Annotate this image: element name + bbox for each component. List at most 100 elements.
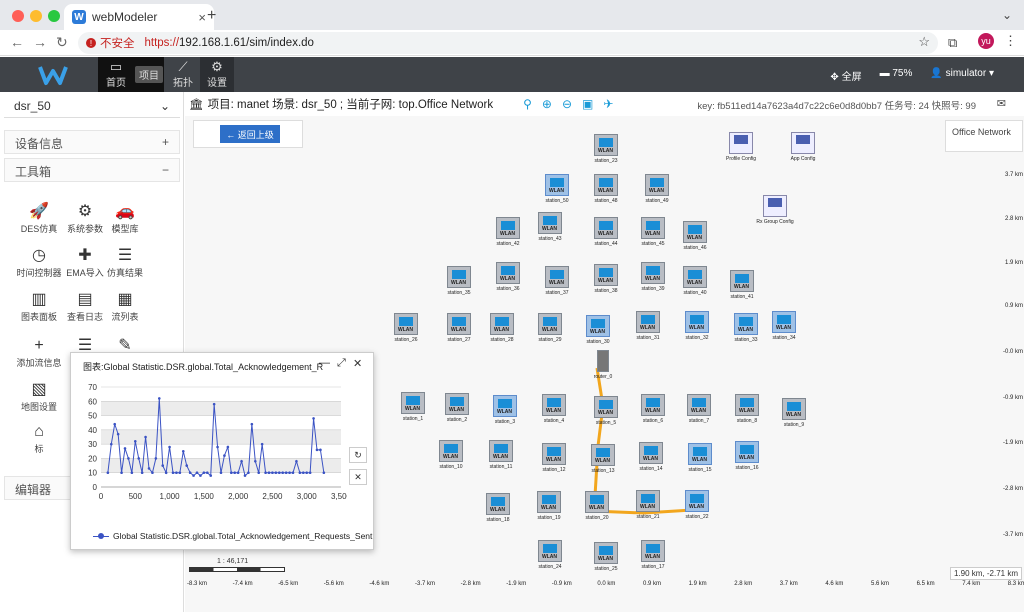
- station-node[interactable]: WLAN station_33: [734, 313, 758, 343]
- mail-icon[interactable]: ✉: [997, 97, 1006, 110]
- station-node[interactable]: WLAN station_4: [542, 394, 566, 424]
- station-node[interactable]: WLAN station_32: [685, 311, 709, 341]
- fullscreen-button[interactable]: ✥ 全屏: [830, 68, 861, 83]
- station-node[interactable]: WLAN station_22: [685, 490, 709, 520]
- station-node[interactable]: WLAN station_10: [439, 440, 463, 470]
- station-node[interactable]: WLAN station_8: [735, 394, 759, 424]
- tool-5[interactable]: ☰ 仿真结果: [102, 246, 148, 279]
- toolbox-section[interactable]: 工具箱 −: [4, 158, 180, 182]
- profile-config-node[interactable]: Profile Config: [726, 132, 756, 162]
- zoom-in-icon[interactable]: ⊕: [542, 97, 552, 111]
- station-node[interactable]: WLAN station_25: [594, 542, 618, 572]
- station-node[interactable]: WLAN station_46: [683, 221, 707, 251]
- station-node[interactable]: WLAN station_38: [594, 264, 618, 294]
- tool-3[interactable]: ◷ 时间控制器: [16, 246, 62, 279]
- station-node[interactable]: WLAN station_26: [394, 313, 418, 343]
- nav-project[interactable]: 项目: [134, 57, 164, 92]
- station-node[interactable]: WLAN station_31: [636, 311, 660, 341]
- zoom-out-icon[interactable]: ⊖: [562, 97, 572, 111]
- station-node[interactable]: WLAN station_34: [772, 311, 796, 341]
- refresh-chart-button[interactable]: ↻: [349, 447, 367, 463]
- station-node[interactable]: WLAN station_42: [496, 217, 520, 247]
- back-icon[interactable]: ←: [10, 34, 24, 50]
- tab-search-icon[interactable]: ⌄: [1002, 8, 1012, 22]
- station-node[interactable]: WLAN station_30: [586, 315, 610, 345]
- scenario-select[interactable]: dsr_50 ⌄: [4, 96, 180, 118]
- station-node[interactable]: WLAN station_14: [639, 442, 663, 472]
- station-node[interactable]: WLAN station_28: [490, 313, 514, 343]
- profile-avatar[interactable]: yu: [978, 33, 994, 49]
- station-node[interactable]: WLAN station_37: [545, 266, 569, 296]
- tool-8[interactable]: ▦ 流列表: [102, 290, 148, 323]
- station-node[interactable]: WLAN station_45: [641, 217, 665, 247]
- station-node[interactable]: WLAN station_23: [594, 134, 618, 164]
- minimize-icon[interactable]: —: [319, 357, 330, 369]
- device-info-section[interactable]: 设备信息 +: [4, 130, 180, 154]
- station-node[interactable]: WLAN station_7: [687, 394, 711, 424]
- station-node[interactable]: WLAN station_44: [594, 217, 618, 247]
- station-node[interactable]: WLAN station_21: [636, 490, 660, 520]
- locate-icon[interactable]: ⚲: [523, 97, 532, 111]
- station-node[interactable]: WLAN station_48: [594, 174, 618, 204]
- zoom-window-button[interactable]: [48, 10, 60, 22]
- x-tick-label: 3,500: [331, 492, 347, 501]
- new-tab-button[interactable]: +: [207, 7, 216, 25]
- station-node[interactable]: WLAN station_19: [537, 491, 561, 521]
- station-node[interactable]: WLAN station_29: [538, 313, 562, 343]
- browser-tab[interactable]: W webModeler ×: [64, 4, 214, 30]
- chart-popup[interactable]: 图表:Global Statistic.DSR.global.Total_Ack…: [70, 352, 374, 550]
- station-node[interactable]: WLAN station_18: [486, 493, 510, 523]
- station-node[interactable]: WLAN station_15: [688, 443, 712, 473]
- nav-topology[interactable]: ⟋ 拓扑: [166, 57, 200, 92]
- plane-icon[interactable]: ✈: [603, 97, 613, 111]
- station-node[interactable]: WLAN station_41: [730, 270, 754, 300]
- station-node[interactable]: WLAN station_16: [735, 441, 759, 471]
- user-menu[interactable]: 👤 simulator ▾: [930, 68, 994, 83]
- maximize-icon[interactable]: ⤢: [337, 357, 346, 370]
- insecure-badge[interactable]: ! 不安全: [86, 35, 135, 51]
- station-node[interactable]: WLAN station_17: [641, 540, 665, 570]
- browser-menu-icon[interactable]: ⋮: [1004, 33, 1017, 49]
- rx-group-config-node[interactable]: Rx Group Config: [756, 195, 794, 225]
- extensions-icon[interactable]: ⧉: [948, 35, 957, 51]
- save-icon[interactable]: ▣: [582, 97, 593, 111]
- station-node[interactable]: WLAN station_40: [683, 266, 707, 296]
- station-node[interactable]: WLAN station_5: [594, 396, 618, 426]
- clear-chart-button[interactable]: ✕: [349, 469, 367, 485]
- station-node[interactable]: WLAN station_39: [641, 262, 665, 292]
- station-node[interactable]: WLAN station_35: [447, 266, 471, 296]
- tool-15[interactable]: ⌂ 标: [16, 422, 62, 455]
- url-field[interactable]: ! 不安全 https://192.168.1.61/sim/index.do ☆: [78, 32, 938, 54]
- station-node[interactable]: WLAN station_1: [401, 392, 425, 422]
- station-node[interactable]: WLAN station_12: [542, 443, 566, 473]
- station-node[interactable]: WLAN station_50: [545, 174, 569, 204]
- station-node[interactable]: WLAN station_27: [447, 313, 471, 343]
- tool-0[interactable]: 🚀 DES仿真: [16, 202, 62, 235]
- station-node[interactable]: WLAN station_2: [445, 393, 469, 423]
- tool-2[interactable]: 🚗 模型库: [102, 202, 148, 235]
- station-node[interactable]: WLAN station_49: [645, 174, 669, 204]
- close-window-button[interactable]: [12, 10, 24, 22]
- station-node[interactable]: WLAN station_3: [493, 395, 517, 425]
- station-node[interactable]: WLAN station_9: [782, 398, 806, 428]
- tool-6[interactable]: ▥ 图表面板: [16, 290, 62, 323]
- station-node[interactable]: WLAN station_24: [538, 540, 562, 570]
- station-node[interactable]: WLAN station_6: [641, 394, 665, 424]
- close-tab-icon[interactable]: ×: [198, 10, 206, 25]
- tool-12[interactable]: ▧ 地图设置: [16, 380, 62, 413]
- station-node[interactable]: WLAN station_11: [489, 440, 513, 470]
- station-node[interactable]: WLAN station_36: [496, 262, 520, 292]
- close-icon[interactable]: ✕: [353, 357, 362, 370]
- app-config-node[interactable]: App Config: [791, 132, 815, 162]
- minimize-window-button[interactable]: [30, 10, 42, 22]
- router-node[interactable]: router_0: [591, 350, 615, 380]
- station-node[interactable]: WLAN station_20: [585, 491, 609, 521]
- forward-icon[interactable]: →: [33, 34, 47, 50]
- nav-home[interactable]: ▭ 首页: [98, 57, 134, 92]
- tool-9[interactable]: + 添加流信息: [16, 336, 62, 369]
- station-node[interactable]: WLAN station_43: [538, 212, 562, 242]
- bookmark-star-icon[interactable]: ☆: [918, 34, 930, 50]
- reload-icon[interactable]: ↻: [56, 34, 68, 51]
- station-node[interactable]: WLAN station_13: [591, 444, 615, 474]
- nav-settings[interactable]: ⚙ 设置: [200, 57, 234, 92]
